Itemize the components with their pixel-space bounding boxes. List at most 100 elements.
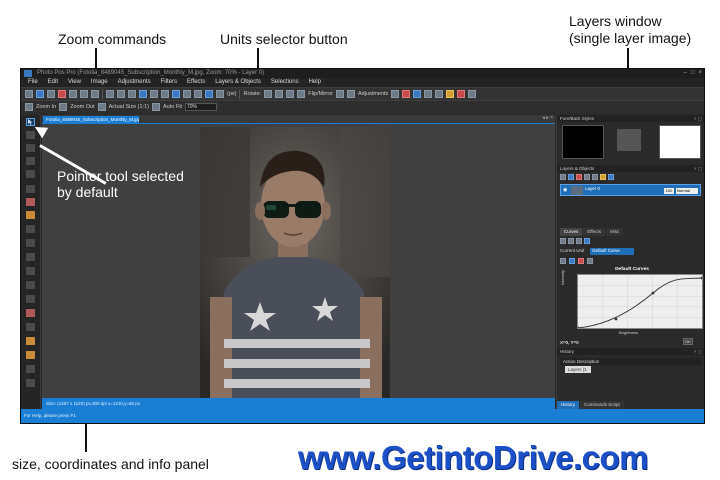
photo-canvas[interactable] [200,127,390,399]
flip-icon[interactable] [335,90,344,98]
duplicate-layer-icon[interactable] [568,174,574,180]
tab-misc[interactable]: Misc [605,228,624,236]
visibility-eye-icon[interactable]: ◉ [563,187,567,193]
panel-close-icon[interactable]: × ▢ [694,165,702,172]
layer-properties-icon[interactable] [608,174,614,180]
tab-commands-script[interactable]: Commands Script [580,401,624,409]
tab-effects[interactable]: Effects [583,228,605,236]
layer-row[interactable]: ◉ Layer 0 100 Normal [560,184,701,196]
document-tab-controls[interactable]: ◂ ▸ × [542,115,553,121]
tab-history[interactable]: History [557,401,580,409]
hue-icon[interactable] [413,90,422,98]
close-button[interactable]: × [698,69,702,78]
paste-icon[interactable] [128,90,136,98]
curves-smooth-icon[interactable] [587,258,593,264]
mirror-icon[interactable] [346,90,355,98]
red-eye-tool[interactable] [26,309,35,317]
undo-icon[interactable] [80,90,88,98]
move-tool[interactable] [26,170,35,178]
zoom-level-select[interactable]: 70% [184,103,217,111]
adjustments-label[interactable]: Adjustments [358,91,388,97]
foreground-color-swatch[interactable] [562,125,604,159]
actual-size-button[interactable]: Actual Size (1:1) [109,104,149,110]
image-icon[interactable] [172,90,180,98]
menu-edit[interactable]: Edit [43,78,63,87]
frame-icon[interactable] [194,90,202,98]
curves-open-icon[interactable] [568,238,574,244]
clone-tool[interactable] [26,225,35,233]
menu-layers-objects[interactable]: Layers & Objects [210,78,266,87]
rotate-right-icon[interactable] [275,90,284,98]
eyedropper-tool[interactable] [26,365,35,373]
pencil-tool[interactable] [26,211,35,219]
layer-opacity-field[interactable]: 100 [664,188,674,194]
menu-filters[interactable]: Filters [156,78,182,87]
curves-plot-area[interactable] [576,274,704,330]
color-balance-icon[interactable] [402,90,411,98]
rotate-left-icon[interactable] [264,90,273,98]
copy-icon[interactable] [117,90,125,98]
line-tool[interactable] [26,267,35,275]
document-tab[interactable]: Fotolia_8489045_Subscription_Monthly_M.j… [43,116,139,123]
cut-icon[interactable] [106,90,114,98]
fix-photo-icon[interactable] [468,90,477,98]
menu-image[interactable]: Image [86,78,113,87]
fill-tool[interactable] [26,253,35,261]
curves-preset-select[interactable]: Default Curve [590,248,634,255]
contrast-icon[interactable] [391,90,400,98]
save-icon[interactable] [47,90,55,98]
zoom-out-button[interactable]: Zoom Out [70,104,94,110]
levels-icon[interactable] [424,90,433,98]
pointer-tool[interactable] [26,118,35,126]
lasso-tool[interactable] [26,144,35,152]
curves-reset-icon[interactable] [576,238,582,244]
units-selector-label[interactable]: (px) [227,91,236,97]
actual-size-icon[interactable] [97,103,106,111]
menu-effects[interactable]: Effects [182,78,210,87]
rotate-180-icon[interactable] [286,90,295,98]
red-eye-icon[interactable] [457,90,466,98]
channel-select-icon[interactable] [569,258,575,264]
auto-fit-button[interactable]: Auto Fit [163,104,182,110]
stamp-tool[interactable] [26,337,35,345]
zoom-in-icon[interactable] [25,103,33,111]
menu-file[interactable]: File [23,78,43,87]
menu-view[interactable]: View [63,78,86,87]
rotate-free-icon[interactable] [297,90,306,98]
curves-save-icon[interactable] [560,238,566,244]
zoom-out-icon[interactable] [59,103,68,111]
curves-apply-icon[interactable] [584,238,590,244]
print-icon[interactable] [58,90,66,98]
brush-tool[interactable] [26,198,35,206]
layer-blend-mode-select[interactable]: Normal [676,188,698,194]
new-file-icon[interactable] [25,90,33,98]
panel-close-icon[interactable]: × ▢ [694,348,702,355]
scan-icon[interactable] [69,90,77,98]
resize-icon[interactable] [161,90,169,98]
swap-colors-icon[interactable] [617,129,641,151]
background-color-swatch[interactable] [659,125,701,159]
layer-icon[interactable] [205,90,213,98]
auto-fit-icon[interactable] [152,103,160,111]
sharpen-icon[interactable] [446,90,455,98]
channel-rgb-icon[interactable] [560,258,566,264]
layer-down-icon[interactable] [592,174,598,180]
crop-icon[interactable] [150,90,158,98]
units-selector-icon[interactable] [216,90,224,98]
open-file-icon[interactable] [36,90,44,98]
minimize-button[interactable]: – [684,69,687,78]
maximize-button[interactable]: □ [691,69,695,78]
new-layer-icon[interactable] [560,174,566,180]
flip-mirror-label[interactable]: Flip/Mirror [308,91,333,97]
menu-selections[interactable]: Selections [266,78,304,87]
curves-delete-point-icon[interactable] [578,258,584,264]
eraser-tool[interactable] [26,281,35,289]
redo-icon[interactable] [91,90,99,98]
menu-help[interactable]: Help [304,78,326,87]
canvas-viewport[interactable] [42,123,555,399]
delete-layer-icon[interactable] [576,174,582,180]
zoom-in-button[interactable]: Zoom In [36,104,56,110]
curves-ok-button[interactable]: OK [683,338,693,345]
rectangle-select-tool[interactable] [26,185,35,193]
hand-tool[interactable] [26,379,35,387]
